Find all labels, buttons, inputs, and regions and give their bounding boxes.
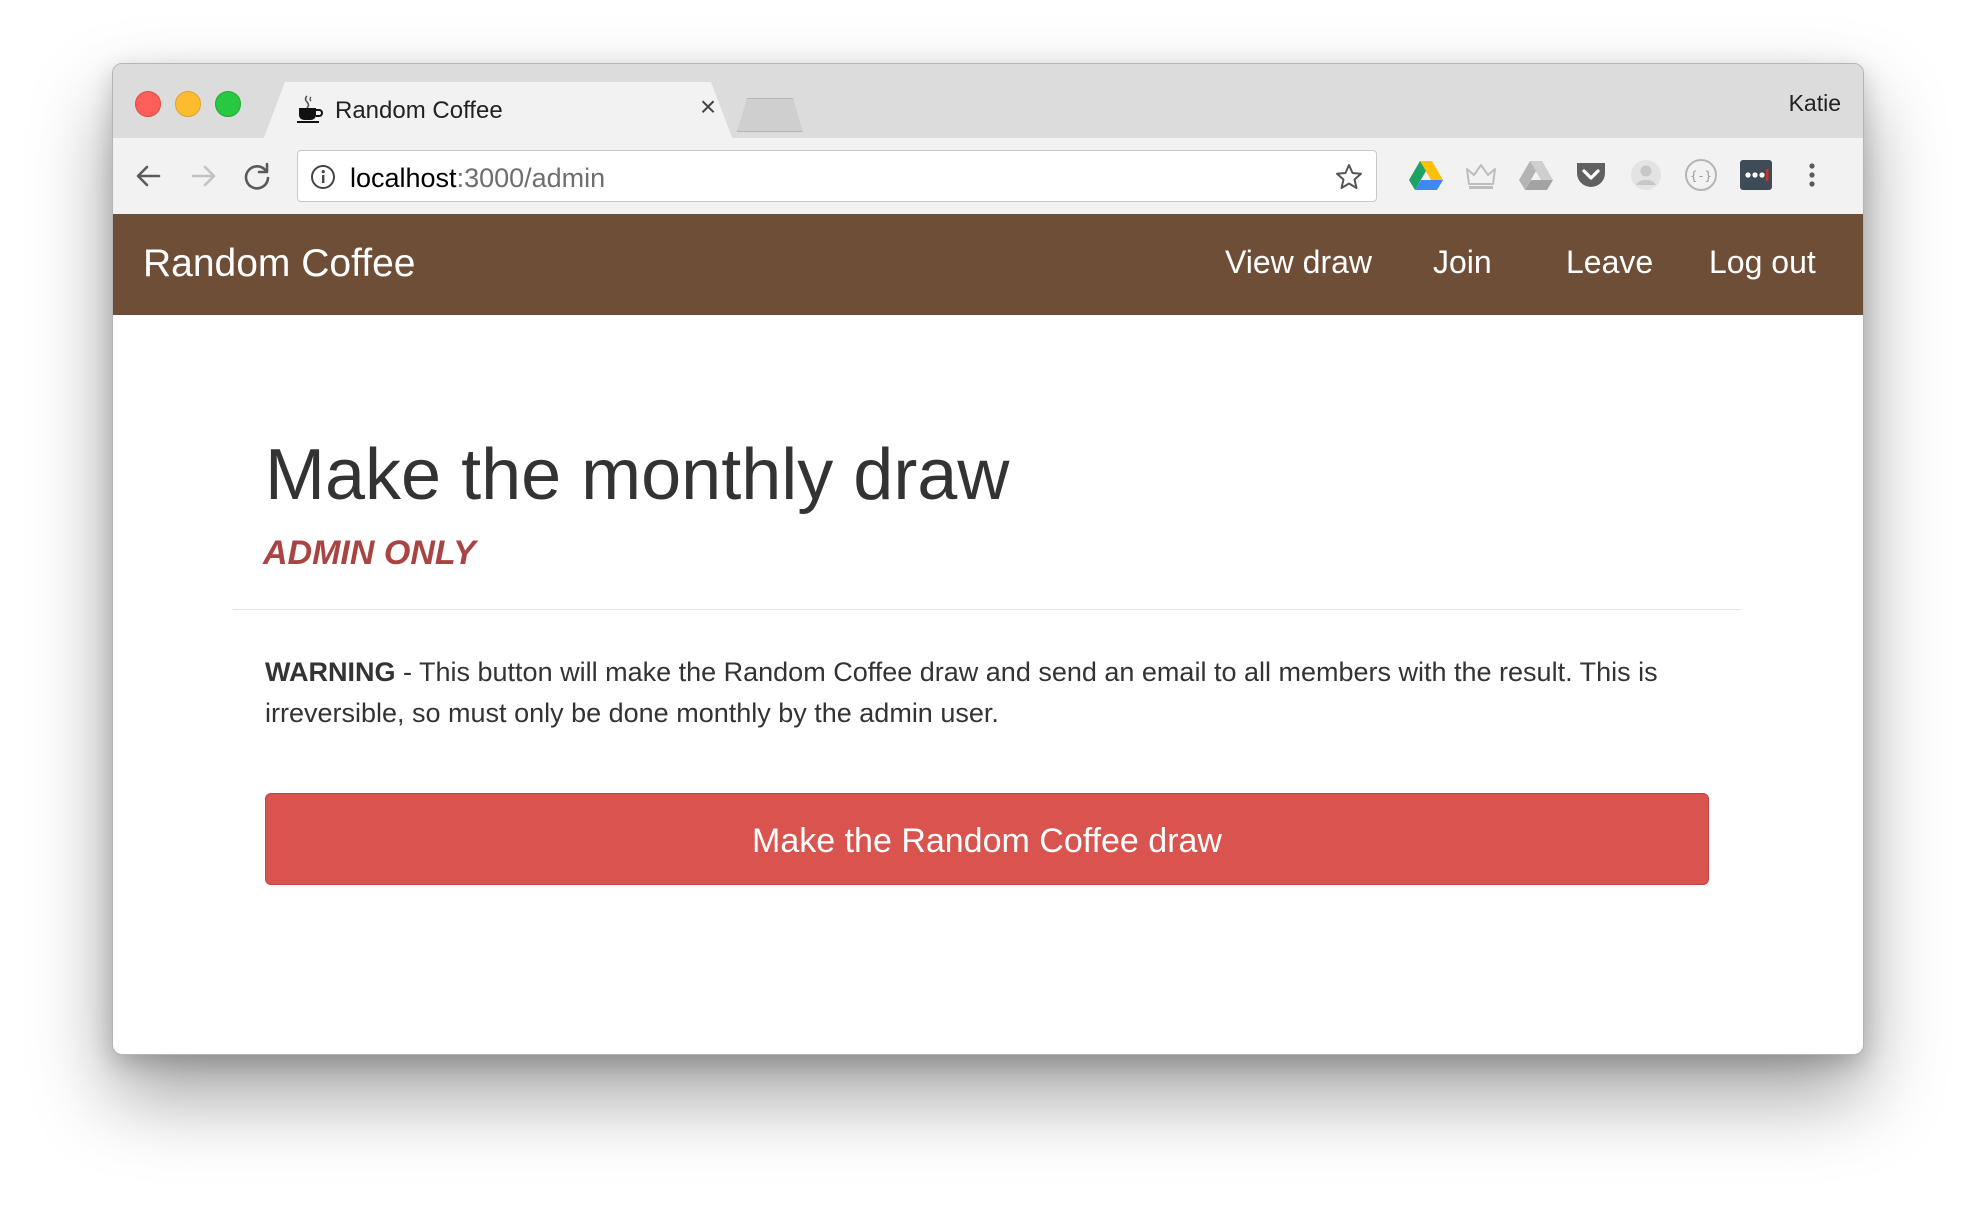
drive-grey-icon[interactable]	[1517, 156, 1555, 194]
crown-extension-icon[interactable]	[1462, 156, 1500, 194]
url-path: :3000/admin	[456, 163, 606, 193]
url-text[interactable]: localhost:3000/admin	[350, 163, 605, 194]
warning-label: WARNING	[265, 657, 396, 687]
menu-icon[interactable]	[1793, 156, 1831, 194]
browser-tab[interactable]: Random Coffee ×	[263, 82, 733, 140]
divider	[233, 609, 1741, 610]
site-brand[interactable]: Random Coffee	[143, 242, 415, 286]
window-minimize-button[interactable]	[175, 91, 201, 117]
nav-link-join[interactable]: Join	[1433, 244, 1492, 281]
url-host: localhost	[350, 163, 457, 193]
nav-link-view-draw[interactable]: View draw	[1225, 244, 1372, 281]
page-title: Make the monthly draw	[265, 435, 1010, 515]
nav-link-log-out[interactable]: Log out	[1709, 244, 1816, 281]
tab-close-icon[interactable]: ×	[693, 92, 723, 122]
info-icon[interactable]	[310, 164, 336, 190]
avatar-extension-icon[interactable]	[1627, 156, 1665, 194]
coffee-cup-icon	[297, 95, 323, 123]
admin-only-label: ADMIN ONLY	[263, 534, 476, 572]
bookmark-star-icon[interactable]	[1334, 162, 1364, 192]
google-drive-icon[interactable]	[1407, 156, 1445, 194]
nav-link-leave[interactable]: Leave	[1566, 244, 1653, 281]
forward-icon[interactable]	[183, 156, 223, 196]
make-draw-button[interactable]: Make the Random Coffee draw	[265, 793, 1709, 885]
back-icon[interactable]	[129, 156, 169, 196]
json-viewer-icon[interactable]: {-}	[1682, 156, 1720, 194]
window-close-button[interactable]	[135, 91, 161, 117]
lastpass-icon[interactable]	[1737, 156, 1775, 194]
pocket-icon[interactable]	[1572, 156, 1610, 194]
profile-name[interactable]: Katie	[1789, 90, 1841, 117]
svg-text:{-}: {-}	[1690, 169, 1712, 183]
title-bar: Random Coffee × Katie	[113, 64, 1863, 140]
warning-paragraph: WARNING - This button will make the Rand…	[265, 652, 1725, 734]
browser-window: Random Coffee × Katie localhost:3000/adm…	[112, 63, 1864, 1055]
new-tab-button[interactable]	[737, 98, 803, 132]
address-bar[interactable]: localhost:3000/admin	[297, 150, 1377, 202]
window-maximize-button[interactable]	[215, 91, 241, 117]
browser-toolbar: localhost:3000/admin {-}	[113, 138, 1863, 215]
reload-icon[interactable]	[237, 156, 277, 196]
tab-title: Random Coffee	[335, 97, 503, 124]
warning-text: - This button will make the Random Coffe…	[265, 657, 1658, 728]
site-navbar: Random Coffee View draw Join Leave Log o…	[113, 214, 1863, 315]
